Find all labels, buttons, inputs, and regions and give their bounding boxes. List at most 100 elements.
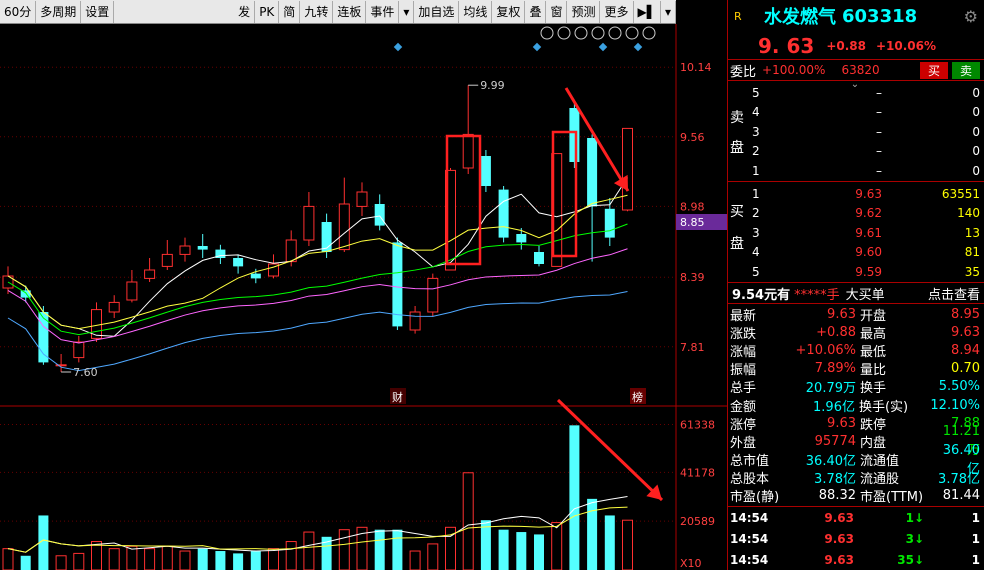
tick-row: 14:54 9.63 3 ↓ 1	[730, 531, 980, 546]
volume-bar	[622, 519, 633, 570]
toolbar-right-9[interactable]: 复权	[492, 0, 526, 23]
volume-bar	[427, 543, 439, 570]
volume-bar	[197, 548, 208, 570]
volume-tick-label: 41178	[680, 466, 715, 479]
volume-bar	[161, 545, 173, 570]
collapse-icon[interactable]: ⌄	[840, 79, 870, 90]
stock-code: 603318	[842, 5, 918, 27]
kline-chart[interactable]: 10.14 9.56 8.98 8.39 7.81 8.85 61338 41178 20589…	[0, 24, 727, 570]
toolbar-right-0[interactable]: 发	[234, 0, 256, 23]
toolbar-right-15[interactable]: ▾	[661, 0, 676, 23]
volume-bar	[392, 529, 403, 570]
candle-body	[233, 258, 244, 267]
toolbar-right-7[interactable]: 加自选	[414, 0, 460, 23]
sell-side-label: 卖盘	[730, 110, 744, 156]
candle-body	[498, 189, 509, 238]
stat-row: 振幅 7.89% 量比 0.70	[730, 361, 980, 379]
candle-body	[374, 204, 385, 226]
toolbar-left-2[interactable]: 设置	[81, 0, 115, 23]
volume-bar	[250, 551, 261, 570]
price-tick-label: 10.14	[680, 61, 712, 74]
buy-level-3[interactable]: 3 9.61 13	[752, 223, 984, 243]
sell-level-4[interactable]: 4–0	[752, 103, 984, 123]
current-price-label: 8.85	[680, 216, 705, 229]
high-label: 9.99	[480, 79, 505, 92]
chart-toolbar: 60分 多周期 设置发 PK 简九转 连板 事件 ▾ 加自选 均线 复权叠窗预测 更多 ▶▌ ▾	[0, 0, 676, 24]
buy-level-2[interactable]: 2 9.62 140	[752, 204, 984, 224]
volume-bar	[498, 529, 509, 570]
volume-bar	[551, 522, 563, 570]
buy-level-1[interactable]: 1 9.63 63551	[752, 184, 984, 204]
candle-body	[197, 246, 208, 250]
volume-bar	[20, 555, 31, 570]
toolbar-right-1[interactable]: PK	[255, 0, 280, 23]
sell-level-3[interactable]: 3–0	[752, 122, 984, 142]
candle-body	[534, 252, 544, 264]
candle-body	[480, 156, 491, 186]
volume-bar	[55, 555, 67, 570]
candle-body	[427, 277, 439, 313]
stat-row: 金额 1.96亿 换手(实) 12.10%	[730, 397, 980, 415]
candle-body	[338, 203, 350, 251]
volume-bar	[587, 498, 598, 570]
toolbar-left-0[interactable]: 60分	[0, 0, 37, 23]
sell-level-2[interactable]: 2–0	[752, 142, 984, 162]
volume-bar	[91, 541, 102, 570]
volume-bar	[480, 520, 491, 570]
candle-body	[587, 138, 598, 207]
sell-button[interactable]: 卖	[951, 61, 980, 79]
stat-row: 总市值 36.40亿 流通值 36.40亿	[730, 442, 980, 477]
price-tick-label: 9.56	[680, 131, 705, 144]
stat-row: 涨跌 +0.88 最高 9.63	[730, 324, 980, 342]
toolbar-right-8[interactable]: 均线	[459, 0, 493, 23]
toolbar-right-5[interactable]: 事件	[366, 0, 400, 23]
volume-bar	[215, 551, 226, 570]
stat-row: 市盈(静) 88.32 市盈(TTM) 81.44	[730, 488, 980, 506]
toolbar-right-2[interactable]: 简	[279, 0, 301, 23]
toolbar-right-6[interactable]: ▾	[399, 0, 415, 23]
candle-body	[38, 312, 49, 363]
toolbar-left-1[interactable]: 多周期	[36, 0, 82, 23]
candle-body	[604, 208, 615, 238]
toolbar-right-14[interactable]: ▶▌	[634, 0, 661, 23]
big-order-row: 9.54元有 *****手 大买单 点击查看	[728, 283, 984, 303]
big-order-label: 大买单	[845, 287, 885, 303]
candle-body	[409, 311, 421, 331]
toolbar-right-11[interactable]: 窗	[546, 0, 568, 23]
buy-button[interactable]: 买	[919, 61, 948, 79]
tick-row: 14:54 9.63 1 ↓ 1	[730, 510, 980, 525]
candle-body	[73, 341, 85, 359]
buy-level-4[interactable]: 4 9.60 81	[752, 243, 984, 263]
volume-bar	[2, 548, 14, 570]
volume-unit: X10	[680, 557, 702, 570]
toolbar-right-10[interactable]: 叠	[525, 0, 547, 23]
volume-bar	[409, 550, 421, 570]
toolbar-right-3[interactable]: 九转	[300, 0, 334, 23]
volume-bar	[569, 425, 580, 570]
stat-row: 涨幅 +10.06% 最低 8.94	[730, 342, 980, 360]
toolbar-right-13[interactable]: 更多	[600, 0, 634, 23]
volume-bar	[516, 532, 527, 570]
weibi-row: 委比 +100.00% 63820 买 卖	[728, 60, 984, 80]
weibi-value: +100.00%	[762, 63, 826, 77]
stock-header: R 水发燃气 603318 ⚙	[728, 0, 984, 32]
toolbar-right-12[interactable]: 预测	[567, 0, 601, 23]
volume-bar	[462, 472, 474, 570]
buy-level-5[interactable]: 5 9.59 35	[752, 262, 984, 282]
candle-body	[179, 245, 191, 255]
candle-body	[285, 239, 297, 263]
stock-name: 水发燃气	[764, 7, 836, 28]
candle-body	[569, 108, 580, 162]
stat-row: 总股本 3.78亿 流通股 3.78亿	[730, 472, 980, 488]
last-price: 9. 63	[758, 33, 815, 58]
volume-tick-label: 61338	[680, 419, 715, 432]
candle-body	[250, 273, 261, 279]
toolbar-right-4[interactable]: 连板	[333, 0, 367, 23]
weibi-label: 委比	[730, 64, 757, 80]
sell-level-1[interactable]: 1–0	[752, 161, 984, 181]
stats-table: 最新 9.63 开盘 8.95 涨跌 +0.88 最高 9.63 涨幅 +10.06% 最低 8.94…	[728, 304, 984, 506]
candle-body	[303, 205, 315, 241]
r-badge: R	[734, 9, 742, 23]
big-order-link[interactable]: 点击查看	[928, 284, 980, 303]
settings-icon[interactable]: ⚙	[964, 7, 978, 26]
